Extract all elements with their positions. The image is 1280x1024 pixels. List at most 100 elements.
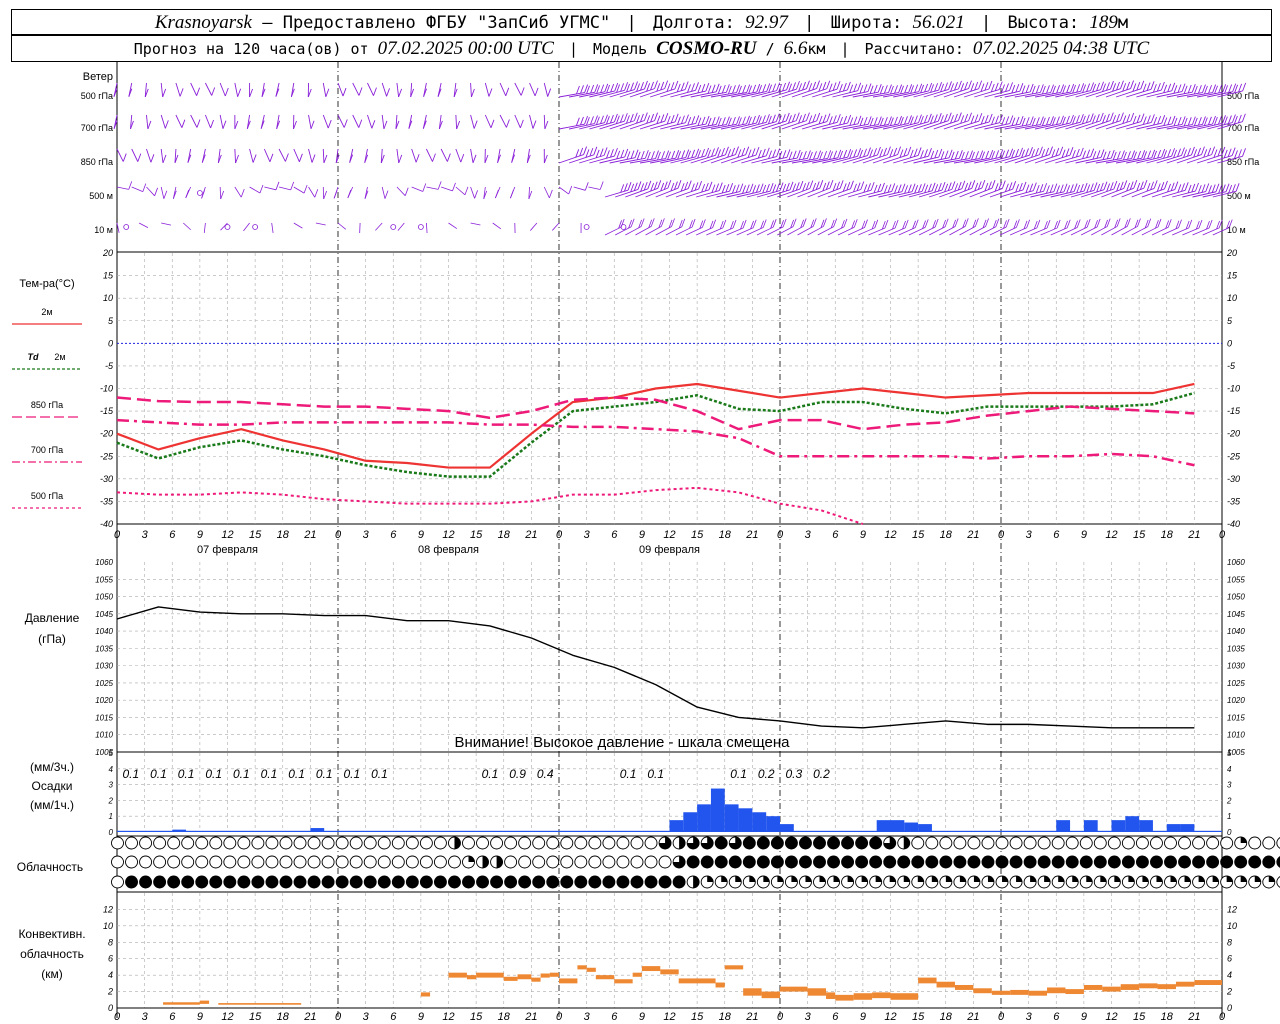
pressure-tick-label-right: 1035 — [1227, 644, 1245, 653]
cloud-symbol — [448, 875, 461, 889]
wind-barb-flag — [698, 180, 703, 190]
wind-barb — [138, 222, 149, 229]
wind-barb-flag — [691, 83, 695, 92]
precip-tick-label-right: 0 — [1227, 828, 1232, 837]
cloud-symbol — [265, 836, 279, 850]
wind-barb-flag — [934, 218, 939, 228]
wind-barb-flag — [1156, 82, 1161, 92]
wind-barb-flag — [930, 150, 935, 160]
x-tick-label: 6 — [169, 1011, 176, 1023]
cloud-symbol — [616, 855, 630, 869]
wind-barb-flag — [667, 179, 672, 189]
wind-barb-flag — [147, 120, 152, 130]
cloud-symbol — [307, 855, 321, 869]
cloud-symbol — [742, 855, 756, 869]
wind-barb-flag — [624, 148, 629, 158]
wind-barb-flag — [179, 88, 184, 97]
wind-barb-flag — [1140, 113, 1145, 122]
wind-barb-flag — [474, 190, 478, 199]
wind-barb-flag — [806, 112, 810, 121]
wind-barb — [448, 222, 458, 229]
cloud-symbol — [1206, 855, 1220, 869]
pressure-tick-label-right: 1015 — [1227, 713, 1245, 722]
wind-barb-flag — [164, 120, 169, 129]
wind-barb — [455, 114, 458, 130]
wind-barb — [470, 186, 475, 199]
cloud-symbol — [1051, 855, 1065, 869]
wind-barb-flag — [398, 154, 403, 164]
wind-barb-flag — [937, 112, 942, 122]
temp-tick-label: -25 — [100, 451, 114, 461]
wind-barb — [219, 82, 226, 97]
convective-cloud-bar — [743, 988, 762, 996]
wind-barb-flag — [907, 184, 912, 193]
wind-barb-flag — [1075, 115, 1080, 124]
wind-barb-flag — [1164, 180, 1168, 190]
wind-barb-flag — [752, 185, 757, 194]
x-tick-label: 3 — [363, 1011, 370, 1023]
wind-barb — [411, 186, 423, 192]
wind-barb-flag — [1184, 182, 1189, 191]
wind-barb-flag — [860, 181, 865, 190]
wind-barb-flag — [576, 85, 580, 95]
wind-barb — [396, 148, 400, 163]
wind-barb — [146, 186, 155, 197]
wind-barb-flag — [691, 218, 696, 228]
temp-series-line — [116, 418, 1195, 467]
wind-barb-flag — [610, 83, 615, 93]
wind-barb-flag — [646, 151, 651, 161]
cloud-symbol — [405, 875, 419, 889]
wind-barb — [322, 82, 327, 97]
temp-tick-label-right: 10 — [1227, 293, 1237, 303]
wind-barb-flag — [1208, 85, 1212, 94]
cloud-symbol — [616, 875, 630, 889]
wind-barb — [397, 222, 405, 231]
wind-barb-flag — [677, 116, 681, 125]
wind-barb-flag — [995, 115, 999, 124]
wind-barb-flag — [881, 182, 885, 192]
cloud-symbol — [1234, 855, 1248, 869]
cloud-symbol — [1192, 836, 1206, 850]
wind-barb-flag — [938, 82, 943, 91]
wind-barb — [425, 148, 433, 162]
wind-barb-flag — [1123, 180, 1128, 189]
wind-barb-flag — [671, 150, 676, 160]
wind-level-label-right: 850 гПа — [1227, 157, 1259, 167]
wind-barb-flag — [765, 147, 770, 156]
x-tick-label: 12 — [442, 529, 454, 541]
cloud-symbol — [321, 836, 335, 850]
wind-barb-flag — [664, 80, 669, 89]
pressure-tick-label: 1045 — [95, 610, 113, 619]
cloud-symbol — [209, 875, 223, 889]
wind-barb-flag — [654, 80, 658, 89]
wind-barb-flag — [1218, 185, 1222, 194]
precip-total-label: 0.3 — [785, 767, 802, 781]
convective-cloud-bar — [1083, 985, 1103, 990]
x-tick-label: 3 — [142, 529, 149, 541]
wind-barb-flag — [310, 120, 315, 129]
cloud-symbol — [644, 836, 658, 850]
cloud-symbol-fill — [805, 876, 812, 882]
precip-axis-label: Осадки — [32, 779, 73, 793]
wind-barb — [219, 114, 224, 129]
cloud-symbol-fill — [1030, 876, 1037, 882]
x-tick-label: 6 — [169, 529, 176, 541]
wind-barb-flag — [883, 117, 888, 126]
cloud-symbol-fill — [1086, 876, 1093, 882]
wind-barb-flag — [584, 182, 589, 191]
cloud-symbol-fill — [847, 876, 854, 882]
cloud-symbol — [419, 855, 433, 869]
wind-barb-flag — [762, 219, 767, 228]
cloud-symbol-fill — [1226, 876, 1233, 882]
cloud-symbol — [616, 836, 630, 850]
wind-barb — [219, 186, 222, 200]
wind-barb-flag — [924, 219, 929, 228]
wind-barb-flag — [788, 151, 793, 160]
wind-barb-flag — [1116, 151, 1121, 160]
cloud-symbol — [377, 875, 391, 889]
wind-barb-flag — [1021, 117, 1026, 127]
pressure-tick-label: 1035 — [95, 644, 113, 653]
wind-barb — [234, 186, 242, 198]
wind-barb-flag — [1001, 84, 1005, 93]
wind-barb-flag — [762, 84, 767, 93]
